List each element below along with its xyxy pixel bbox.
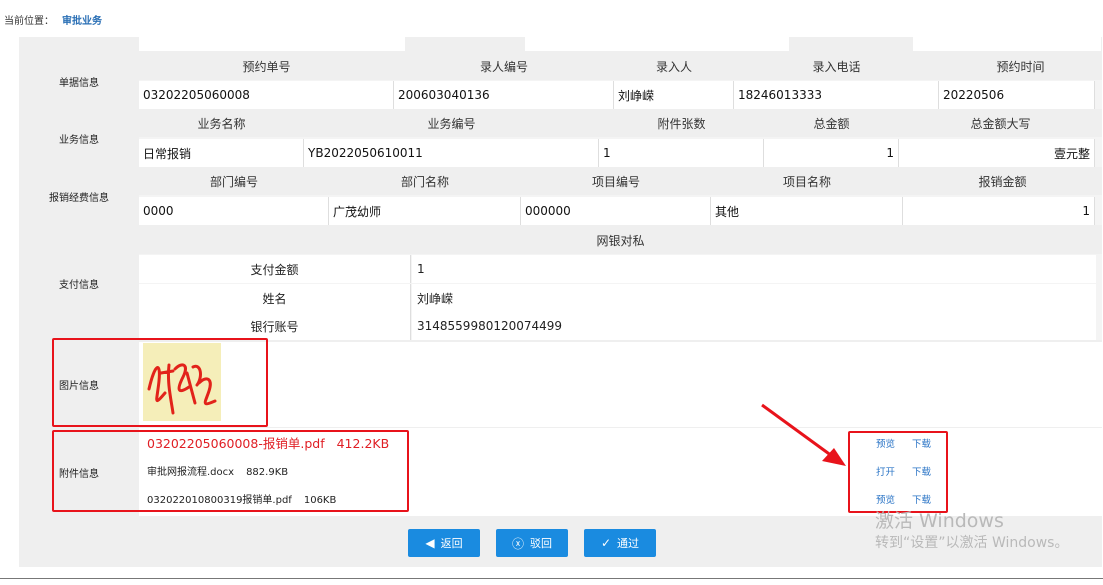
partial-cell bbox=[525, 37, 789, 51]
column-header: 总金额 bbox=[764, 110, 899, 137]
payment-key: 银行账号 bbox=[139, 312, 411, 340]
cell-recorder: 刘峥嵘 bbox=[614, 81, 734, 109]
cell-phone: 18246013333 bbox=[734, 81, 939, 109]
breadcrumb-current[interactable]: 审批业务 bbox=[62, 12, 102, 27]
section-label: 支付信息 bbox=[20, 226, 138, 340]
approve-button[interactable]: ✓ 通过 bbox=[584, 529, 656, 557]
section-baoxiao: 报销经费信息 部门编号 部门名称 项目编号 项目名称 报销金额 0000 广茂幼… bbox=[20, 168, 1102, 225]
section-danju: 单据信息 预约单号 录人编号 录入人 录入电话 预约时间 03202205060… bbox=[20, 53, 1102, 109]
cell-total-caps: 壹元整 bbox=[899, 139, 1095, 167]
payment-row: 姓名 刘峥嵘 bbox=[139, 284, 1096, 312]
back-button-label: 返回 bbox=[440, 537, 463, 550]
payment-value: 3148559980120074499 bbox=[412, 312, 1096, 340]
column-header: 项目名称 bbox=[711, 168, 903, 195]
section-label: 单据信息 bbox=[20, 53, 138, 109]
section-content: 网银对私 支付金额 1 姓名 刘峥嵘 银行账号 3148559980120074… bbox=[139, 226, 1102, 340]
payment-row: 银行账号 3148559980120074499 bbox=[139, 312, 1096, 340]
column-header: 业务编号 bbox=[304, 110, 599, 137]
approve-button-label: 通过 bbox=[617, 537, 640, 550]
column-header: 录人编号 bbox=[394, 53, 614, 80]
circle-x-icon: ⓧ bbox=[511, 536, 524, 551]
section-label: 业务信息 bbox=[20, 110, 138, 167]
breadcrumb-label: 当前位置： bbox=[4, 16, 54, 27]
reject-button-label: 驳回 bbox=[530, 537, 552, 550]
column-header: 部门名称 bbox=[329, 168, 521, 195]
cell-project-name: 其他 bbox=[711, 197, 903, 225]
column-header: 录入电话 bbox=[734, 53, 939, 80]
payment-key: 姓名 bbox=[139, 284, 411, 312]
cell-business-name: 日常报销 bbox=[139, 139, 304, 167]
top-bar: 当前位置： 审批业务 bbox=[0, 0, 1103, 37]
cell-dept-name: 广茂幼师 bbox=[329, 197, 521, 225]
cell-reservation-no: 03202205060008 bbox=[139, 81, 394, 109]
cell-total: 1 bbox=[764, 139, 899, 167]
column-header: 录入人 bbox=[614, 53, 734, 80]
annotation-box-attachments bbox=[52, 430, 409, 512]
cell-dept-no: 0000 bbox=[139, 197, 329, 225]
column-header: 项目编号 bbox=[521, 168, 711, 195]
column-header: 总金额大写 bbox=[899, 110, 1102, 137]
partial-cell bbox=[139, 37, 405, 51]
column-header: 业务名称 bbox=[139, 110, 304, 137]
activation-watermark: 激活 Windows bbox=[875, 510, 1004, 532]
column-header: 预约时间 bbox=[939, 53, 1102, 80]
payment-method: 网银对私 bbox=[139, 226, 1102, 254]
column-header: 报销金额 bbox=[903, 168, 1102, 195]
cell-recorder-id: 200603040136 bbox=[394, 81, 614, 109]
cell-business-no: YB2022050610011 bbox=[304, 139, 599, 167]
annotation-box-image bbox=[52, 338, 268, 427]
section-zhifu: 支付信息 网银对私 支付金额 1 姓名 刘峥嵘 银行账号 31485599801… bbox=[20, 226, 1102, 340]
section-content bbox=[139, 342, 1102, 427]
cell-amount: 1 bbox=[903, 197, 1095, 225]
column-header: 部门编号 bbox=[139, 168, 329, 195]
activation-watermark-hint: 转到“设置”以激活 Windows。 bbox=[875, 535, 1069, 551]
divider bbox=[0, 578, 1103, 579]
section-label: 报销经费信息 bbox=[20, 168, 138, 225]
payment-value: 刘峥嵘 bbox=[412, 284, 1096, 312]
reject-button[interactable]: ⓧ 驳回 bbox=[496, 529, 568, 557]
circle-check-icon: ✓ bbox=[600, 536, 612, 550]
back-button[interactable]: ◀ 返回 bbox=[408, 529, 480, 557]
annotation-box-actions bbox=[848, 431, 948, 513]
payment-row: 支付金额 1 bbox=[139, 255, 1096, 283]
cell-reservation-time: 20220506 bbox=[939, 81, 1095, 109]
cell-attachment-count: 1 bbox=[599, 139, 764, 167]
column-header: 附件张数 bbox=[599, 110, 764, 137]
section-yewu: 业务信息 业务名称 业务编号 附件张数 总金额 总金额大写 日常报销 YB202… bbox=[20, 110, 1102, 167]
cell-project-no: 000000 bbox=[521, 197, 711, 225]
arrow-left-icon: ◀ bbox=[425, 536, 435, 550]
column-header: 预约单号 bbox=[139, 53, 394, 80]
payment-key: 支付金额 bbox=[139, 255, 411, 283]
partial-cell bbox=[913, 37, 1101, 51]
payment-value: 1 bbox=[412, 255, 1096, 283]
section-content: 部门编号 部门名称 项目编号 项目名称 报销金额 0000 广茂幼师 00000… bbox=[139, 168, 1102, 225]
section-content: 预约单号 录人编号 录入人 录入电话 预约时间 03202205060008 2… bbox=[139, 53, 1102, 109]
section-content: 业务名称 业务编号 附件张数 总金额 总金额大写 日常报销 YB20220506… bbox=[139, 110, 1102, 167]
